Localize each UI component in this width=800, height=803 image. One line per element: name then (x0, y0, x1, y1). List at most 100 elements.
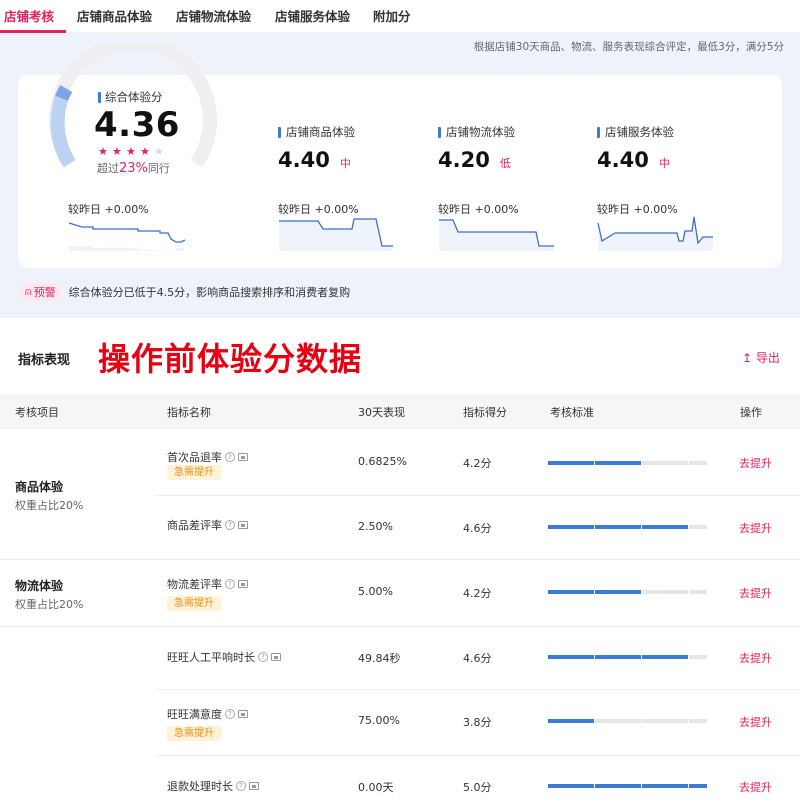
sub-score-value: 4.40 (278, 148, 330, 172)
improve-link[interactable]: 去提升 (739, 779, 772, 795)
urgent-improve-tag: 急需提升 (167, 726, 221, 741)
table-header: 考核项目 指标名称 30天表现 指标得分 考核标准 操作 (0, 394, 800, 428)
improve-link[interactable]: 去提升 (739, 520, 772, 536)
progress-segment-empty (642, 461, 688, 465)
progress-segment-filled (548, 461, 594, 465)
label-marker (438, 126, 441, 138)
video-tutorial-icon[interactable] (238, 453, 248, 461)
indicator-name: 商品差评率? (167, 517, 248, 533)
group-product-weight: 权重占比20% (15, 499, 84, 512)
progress-segment-filled (595, 655, 641, 659)
peer-comparison-percent: 23% (119, 161, 148, 176)
col-assessment-standard: 考核标准 (550, 406, 594, 419)
sub-score-title: 店铺服务体验 (605, 125, 674, 139)
performance-value: 0.00天 (358, 781, 394, 794)
logistics-experience-score[interactable]: 店铺物流体验 4.20 低 (438, 124, 515, 172)
sub-score-level: 中 (339, 157, 351, 170)
indicator-name-text: 旺旺人工平响时长 (167, 651, 255, 664)
progress-segment-filled (642, 525, 688, 529)
help-icon[interactable]: ? (225, 709, 235, 719)
indicator-name: 旺旺人工平响时长? (167, 649, 281, 665)
performance-value: 0.6825% (358, 455, 407, 468)
tab-service-experience[interactable]: 店铺服务体验 (275, 6, 350, 25)
help-icon[interactable]: ? (225, 452, 235, 462)
service-trend-sparkline (597, 216, 713, 251)
indicator-score: 4.6分 (463, 652, 492, 665)
standard-progress-bar (548, 590, 710, 594)
help-icon[interactable]: ? (225, 579, 235, 589)
product-experience-score[interactable]: 店铺商品体验 4.40 中 (278, 124, 355, 172)
help-icon[interactable]: ? (258, 652, 268, 662)
progress-segment-filled (642, 784, 688, 788)
video-tutorial-icon[interactable] (271, 653, 281, 661)
progress-segment-filled (548, 590, 594, 594)
logistics-trend-sparkline (439, 219, 554, 251)
overall-score-label: 综合体验分 (98, 89, 163, 105)
tab-product-experience[interactable]: 店铺商品体验 (77, 6, 152, 25)
indicator-name: 旺旺满意度? (167, 706, 248, 722)
sub-score-title: 店铺商品体验 (286, 125, 355, 139)
progress-segment-filled (642, 655, 688, 659)
progress-segment-filled (548, 655, 594, 659)
improve-link[interactable]: 去提升 (739, 585, 772, 601)
help-icon[interactable]: ? (236, 781, 246, 791)
indicator-name-text: 物流差评率 (167, 578, 222, 591)
row-divider (155, 495, 800, 496)
standard-progress-bar (548, 461, 710, 465)
improve-link[interactable]: 去提升 (739, 714, 772, 730)
performance-value: 75.00% (358, 714, 400, 727)
progress-segment-empty (689, 461, 707, 465)
service-experience-score[interactable]: 店铺服务体验 4.40 中 (597, 124, 674, 172)
peer-comparison-prefix: 超过 (97, 162, 119, 175)
progress-segment-filled (595, 590, 641, 594)
col-indicator-name: 指标名称 (167, 406, 211, 419)
indicator-name-text: 首次品退率 (167, 451, 222, 464)
col-indicator-score: 指标得分 (463, 406, 507, 419)
progress-segment-empty (642, 590, 688, 594)
col-action: 操作 (740, 406, 762, 419)
peer-comparison-suffix: 同行 (147, 162, 170, 175)
row-divider (0, 559, 800, 560)
export-button[interactable]: ↥ 导出 (742, 349, 780, 366)
star-rating: ★ ★ ★ ★ ★ (98, 146, 165, 157)
improve-link[interactable]: 去提升 (739, 455, 772, 471)
indicator-name-text: 商品差评率 (167, 519, 222, 532)
overall-score-value: 4.36 (94, 105, 180, 145)
label-marker (597, 126, 600, 138)
improve-link[interactable]: 去提升 (739, 650, 772, 666)
overall-trend-sparkline (68, 222, 186, 251)
video-tutorial-icon[interactable] (238, 580, 248, 588)
progress-segment-empty (689, 655, 707, 659)
indicator-score: 5.0分 (463, 781, 492, 794)
tab-shop-assessment[interactable]: 店铺考核 (4, 6, 54, 25)
indicator-name-text: 退款处理时长 (167, 780, 233, 793)
standard-progress-bar (548, 525, 710, 529)
sub-score-value: 4.40 (597, 148, 649, 172)
star-filled-icon: ★ (112, 145, 122, 158)
video-tutorial-icon[interactable] (238, 710, 248, 718)
standard-progress-bar (548, 655, 710, 659)
tab-logistics-experience[interactable]: 店铺物流体验 (176, 6, 251, 25)
row-divider (155, 689, 800, 690)
progress-segment-filled (595, 784, 641, 788)
standard-progress-bar (548, 784, 710, 788)
star-filled-icon: ★ (98, 145, 108, 158)
label-marker (278, 126, 281, 138)
help-icon[interactable]: ? (225, 520, 235, 530)
label-marker (98, 91, 101, 103)
group-product-experience: 商品体验 (15, 480, 64, 494)
performance-value: 49.84秒 (358, 652, 401, 665)
score-warning: ⍝ 预警 综合体验分已低于4.5分，影响商品搜索排序和消费者复购 (20, 283, 350, 301)
tab-bonus-points[interactable]: 附加分 (373, 6, 411, 25)
col-30day-performance: 30天表现 (358, 406, 405, 419)
video-tutorial-icon[interactable] (249, 782, 259, 790)
row-divider (0, 626, 800, 627)
video-tutorial-icon[interactable] (238, 521, 248, 529)
section-title: 指标表现 (18, 353, 71, 368)
product-trend-sparkline (279, 218, 393, 251)
warning-text: 综合体验分已低于4.5分，影响商品搜索排序和消费者复购 (68, 286, 351, 299)
warning-icon: ⍝ (25, 285, 32, 298)
indicator-score: 4.6分 (463, 522, 492, 535)
row-divider (155, 755, 800, 756)
progress-segment-empty (642, 719, 688, 723)
